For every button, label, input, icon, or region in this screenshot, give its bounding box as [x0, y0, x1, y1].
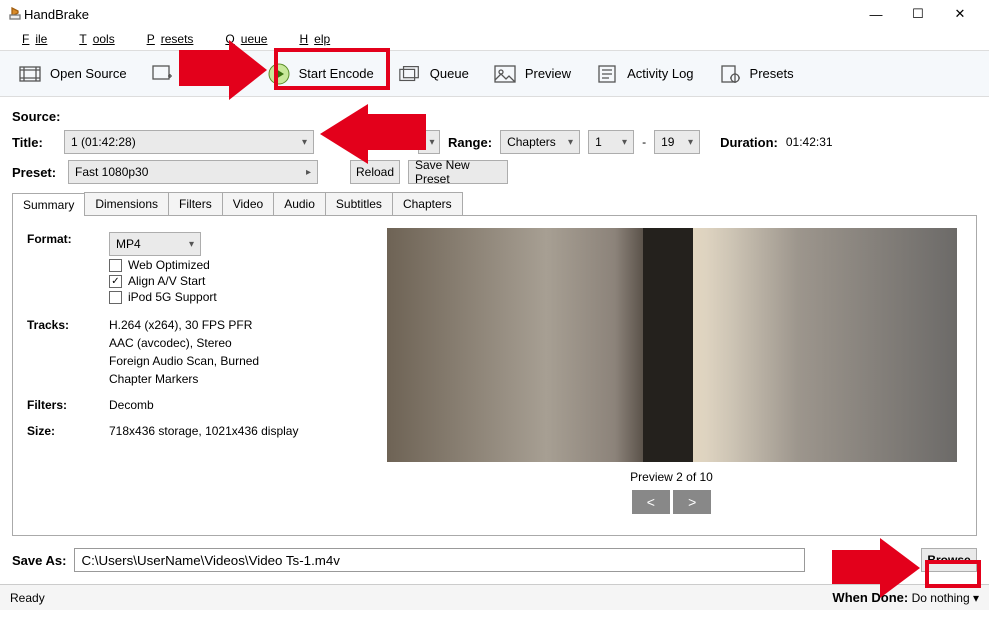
filters-value: Decomb — [109, 398, 154, 412]
track-line: Foreign Audio Scan, Burned — [109, 354, 259, 368]
chevron-down-icon: ▾ — [568, 137, 573, 148]
callout-box-browse — [925, 560, 981, 588]
close-button[interactable]: ✕ — [939, 0, 981, 28]
duration-label: Duration: — [720, 135, 778, 150]
chevron-down-icon: ▾ — [622, 137, 627, 148]
pictures-icon — [398, 63, 422, 85]
minimize-button[interactable]: — — [855, 0, 897, 28]
title-select[interactable]: 1 (01:42:28)▾ — [64, 130, 314, 154]
tab-dimensions[interactable]: Dimensions — [84, 192, 169, 215]
track-line: Chapter Markers — [109, 372, 259, 386]
toolbar: Open Source Start Encode Queue Preview A… — [0, 51, 989, 97]
save-as-input[interactable] — [74, 548, 805, 572]
format-label: Format: — [27, 232, 109, 306]
size-value: 718x436 storage, 1021x436 display — [109, 424, 298, 438]
tab-summary[interactable]: Summary — [12, 193, 85, 216]
preview-image — [387, 228, 957, 462]
range-from-select[interactable]: 1▾ — [588, 130, 634, 154]
align-av-checkbox[interactable]: ✓Align A/V Start — [109, 274, 217, 288]
film-icon — [18, 63, 42, 85]
tab-video[interactable]: Video — [222, 192, 274, 215]
open-source-button[interactable]: Open Source — [10, 59, 135, 89]
callout-arrow-title — [318, 102, 428, 166]
callout-arrow-start-encode — [177, 38, 275, 100]
chevron-down-icon: ▾ — [429, 137, 434, 148]
gear-page-icon — [718, 63, 742, 85]
callout-arrow-browse — [830, 536, 926, 600]
menu-tools[interactable]: Tools — [61, 30, 126, 48]
menu-bar: File Tools Presets Queue Help — [0, 28, 989, 51]
chevron-down-icon: ▾ — [189, 239, 194, 250]
preview-next-button[interactable]: > — [673, 490, 711, 514]
track-line: H.264 (x264), 30 FPS PFR — [109, 318, 259, 332]
filters-label: Filters: — [27, 398, 109, 412]
chevron-right-icon: ▸ — [306, 167, 311, 178]
maximize-button[interactable]: ☐ — [897, 0, 939, 28]
save-as-label: Save As: — [12, 553, 66, 568]
menu-file[interactable]: File — [4, 30, 59, 48]
title-label: Title: — [12, 135, 56, 150]
track-line: AAC (avcodec), Stereo — [109, 336, 259, 350]
window-title: HandBrake — [24, 7, 855, 22]
picture-plus-icon — [151, 63, 175, 85]
web-optimized-checkbox[interactable]: Web Optimized — [109, 258, 217, 272]
ipod-checkbox[interactable]: iPod 5G Support — [109, 290, 217, 304]
range-to-select[interactable]: 19▾ — [654, 130, 700, 154]
duration-value: 01:42:31 — [786, 135, 833, 149]
tab-bar: Summary Dimensions Filters Video Audio S… — [12, 192, 977, 216]
size-label: Size: — [27, 424, 109, 438]
tab-filters[interactable]: Filters — [168, 192, 223, 215]
tracks-label: Tracks: — [27, 318, 109, 386]
app-icon — [8, 6, 24, 22]
preset-label: Preset: — [12, 165, 60, 180]
summary-panel: Format: MP4▾ Web Optimized ✓Align A/V St… — [12, 216, 977, 536]
status-text: Ready — [10, 591, 45, 605]
callout-box-start-encode — [274, 48, 390, 90]
tab-subtitles[interactable]: Subtitles — [325, 192, 393, 215]
source-label: Source: — [12, 109, 60, 124]
presets-button[interactable]: Presets — [710, 59, 802, 89]
format-select[interactable]: MP4▾ — [109, 232, 201, 256]
log-icon — [595, 63, 619, 85]
activity-log-button[interactable]: Activity Log — [587, 59, 701, 89]
tab-chapters[interactable]: Chapters — [392, 192, 463, 215]
title-bar: HandBrake — ☐ ✕ — [0, 0, 989, 28]
chevron-down-icon: ▾ — [688, 137, 693, 148]
range-type-select[interactable]: Chapters▾ — [500, 130, 580, 154]
preset-select[interactable]: Fast 1080p30▸ — [68, 160, 318, 184]
picture-icon — [493, 63, 517, 85]
preview-caption: Preview 2 of 10 — [630, 470, 713, 484]
preview-prev-button[interactable]: < — [632, 490, 670, 514]
queue-button[interactable]: Queue — [390, 59, 477, 89]
menu-help[interactable]: Help — [281, 30, 342, 48]
chevron-down-icon: ▾ — [302, 137, 307, 148]
preview-button[interactable]: Preview — [485, 59, 579, 89]
range-label: Range: — [448, 135, 492, 150]
tab-audio[interactable]: Audio — [273, 192, 326, 215]
